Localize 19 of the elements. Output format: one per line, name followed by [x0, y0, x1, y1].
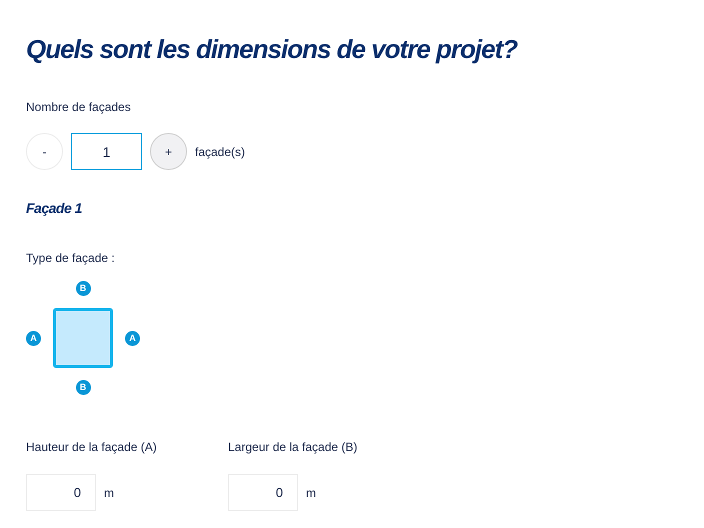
field-label: Largeur de la façade (B): [228, 439, 358, 456]
dimension-input[interactable]: 0: [228, 474, 298, 511]
field-label: Hauteur de la façade (A): [26, 439, 158, 456]
facade-type-option[interactable]: [53, 308, 113, 368]
field-label: Nombre de façades: [26, 99, 132, 116]
dimension-marker: B: [76, 380, 90, 395]
count-input[interactable]: 1: [71, 133, 142, 170]
decrement-button[interactable]: -: [26, 133, 63, 170]
dimension-marker: B: [76, 281, 90, 296]
field-label: Type de façade :: [26, 250, 116, 267]
unit-label: m: [306, 484, 316, 502]
dimension-marker: A: [125, 330, 140, 346]
page-title: Quels sont les dimensions de votre projet?: [26, 36, 519, 62]
unit-label: façade(s): [195, 144, 246, 160]
dimension-marker: A: [26, 330, 41, 346]
section-heading: Façade 1: [26, 199, 83, 218]
increment-button[interactable]: +: [150, 133, 187, 170]
unit-label: m: [104, 484, 114, 502]
dimension-input[interactable]: 0: [26, 474, 96, 511]
